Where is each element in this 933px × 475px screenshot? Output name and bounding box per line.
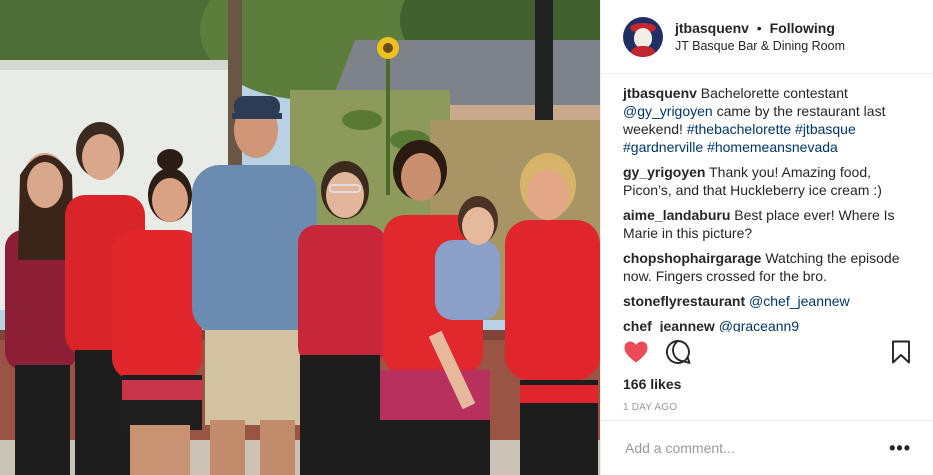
post-header: jtbasquenv • Following JT Basque Bar & D… <box>601 0 933 74</box>
post-photo[interactable] <box>0 0 600 475</box>
hashtag-link[interactable]: #gardnerville <box>623 139 703 155</box>
comment-username[interactable]: chopshophairgarage <box>623 250 761 266</box>
comment-mention[interactable]: @chef_jeannew <box>749 293 850 309</box>
caption-username[interactable]: jtbasquenv <box>623 85 697 101</box>
comment-item: gy_yrigoyen Thank you! Amazing food, Pic… <box>623 163 911 199</box>
caption: jtbasquenv Bachelorette contestant @gy_y… <box>623 84 911 156</box>
post-date[interactable]: 1 DAY AGO <box>623 402 677 413</box>
comment-item: aime_landaburu Best place ever! Where Is… <box>623 206 911 242</box>
follow-button[interactable]: Following <box>770 20 835 36</box>
heart-icon[interactable] <box>623 340 649 369</box>
avatar[interactable] <box>623 16 663 57</box>
comment-username[interactable]: gy_yrigoyen <box>623 164 705 180</box>
avatar-shirt <box>631 45 655 57</box>
hashtag-link[interactable]: #thebachelorette <box>687 121 791 137</box>
add-comment-bar: ••• <box>601 420 933 475</box>
group-photo-image <box>0 0 600 475</box>
separator-dot: • <box>756 19 762 36</box>
comment-item: chopshophairgarage Watching the episode … <box>623 249 911 285</box>
comment-username[interactable]: stoneflyrestaurant <box>623 293 745 309</box>
author-username[interactable]: jtbasquenv <box>675 20 749 36</box>
comment-username[interactable]: aime_landaburu <box>623 207 730 223</box>
comment-item: stoneflyrestaurant @chef_jeannew <box>623 292 911 310</box>
comment-mention[interactable]: @graceann9 <box>719 318 799 332</box>
comment-item: chef_jeannew @graceann9 <box>623 317 911 332</box>
hashtag-link[interactable]: #jtbasque <box>795 121 856 137</box>
header-row: jtbasquenv • Following <box>675 19 845 38</box>
action-bar <box>623 339 911 370</box>
bookmark-icon[interactable] <box>891 340 911 369</box>
comment-username[interactable]: chef_jeannew <box>623 318 715 332</box>
instagram-post: jtbasquenv • Following JT Basque Bar & D… <box>0 0 933 475</box>
likes-count[interactable]: 166 likes <box>623 376 681 392</box>
comments-list: jtbasquenv Bachelorette contestant @gy_y… <box>601 74 933 332</box>
add-comment-input[interactable] <box>623 439 890 457</box>
caption-text: Bachelorette contestant <box>700 85 848 101</box>
header-info: jtbasquenv • Following JT Basque Bar & D… <box>675 19 845 55</box>
more-options-icon[interactable]: ••• <box>889 439 911 457</box>
location-link[interactable]: JT Basque Bar & Dining Room <box>675 38 845 55</box>
post-side-panel: jtbasquenv • Following JT Basque Bar & D… <box>600 0 933 475</box>
comment-bubble-icon[interactable] <box>665 339 691 370</box>
hashtag-link[interactable]: #homemeansnevada <box>707 139 838 155</box>
avatar-face <box>634 27 652 48</box>
caption-mention[interactable]: @gy_yrigoyen <box>623 103 713 119</box>
